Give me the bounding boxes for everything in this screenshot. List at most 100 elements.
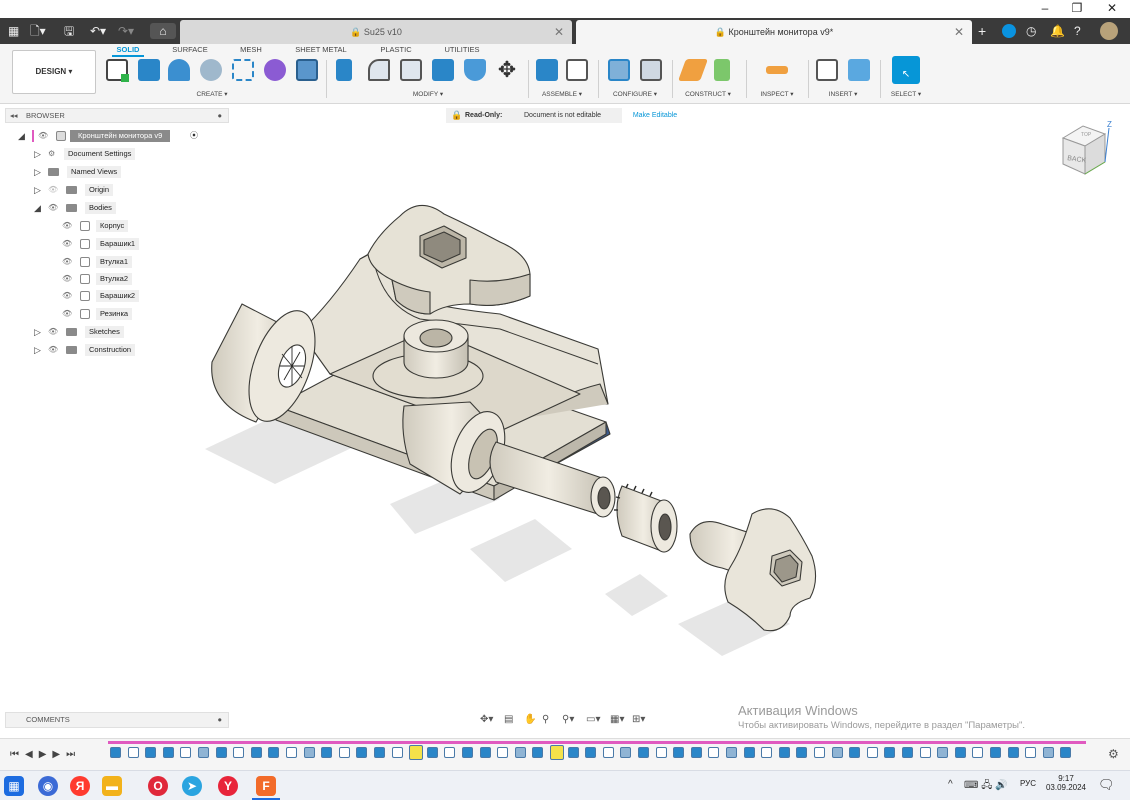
configure-icon[interactable] xyxy=(608,59,630,81)
visibility-eye-icon[interactable]: 👁 xyxy=(48,326,58,338)
timeline-feature-icon[interactable] xyxy=(550,745,564,760)
timeline-feature-icon[interactable] xyxy=(338,747,350,758)
tab-mesh[interactable]: MESH xyxy=(233,45,269,54)
visibility-eye-icon[interactable]: 👁 xyxy=(48,202,58,214)
timeline-feature-icon[interactable] xyxy=(796,747,808,758)
visibility-eye-icon[interactable]: 👁 xyxy=(48,344,58,356)
timeline-feature-icon[interactable] xyxy=(233,747,245,758)
timeline-feature-icon[interactable] xyxy=(145,747,157,758)
expand-icon[interactable]: ▷ xyxy=(34,184,41,196)
playback-controls[interactable]: ⏮◀▶▶⏭ xyxy=(10,749,81,760)
timeline-feature-icon[interactable] xyxy=(761,747,773,758)
timeline-feature-icon[interactable] xyxy=(902,747,913,758)
timeline-feature-icon[interactable] xyxy=(726,747,737,758)
activate-radio-icon[interactable]: ⦿ xyxy=(190,130,198,142)
tab-close-icon[interactable]: ✕ xyxy=(954,20,964,44)
tab-close-icon[interactable]: ✕ xyxy=(554,20,564,44)
undo-icon[interactable]: ↶▾ xyxy=(90,22,106,40)
expand-icon[interactable]: ◢ xyxy=(34,202,41,214)
notifications-icon[interactable]: 🔔 xyxy=(1050,22,1065,40)
insert-menu[interactable]: INSERT ▾ xyxy=(816,90,870,98)
avatar[interactable] xyxy=(1100,22,1118,40)
timeline-feature-icon[interactable] xyxy=(937,747,949,758)
tab-solid[interactable]: SOLID xyxy=(112,45,144,57)
browser-item-bodies[interactable]: ◢ 👁 Bodies xyxy=(34,201,224,215)
select-icon[interactable]: ↖ xyxy=(892,56,920,84)
tab-surface[interactable]: SURFACE xyxy=(168,45,212,54)
timeline-feature-icon[interactable] xyxy=(374,747,385,758)
browser-root[interactable]: ◢ 👁 Кронштейн монитора v9 ⦿ xyxy=(18,129,218,143)
telegram-icon[interactable]: ➤ xyxy=(182,776,202,796)
derive-icon[interactable] xyxy=(296,59,318,81)
restore-button[interactable]: ❐ xyxy=(1062,0,1092,18)
tab-utilities[interactable]: UTILITIES xyxy=(440,45,484,54)
home-icon[interactable]: ⌂ xyxy=(150,23,176,39)
shell-icon[interactable] xyxy=(432,59,454,81)
timeline-feature-icon[interactable] xyxy=(391,747,403,758)
viewports-icon[interactable]: ⊞▾ xyxy=(632,712,645,728)
timeline-feature-icon[interactable] xyxy=(462,747,473,758)
expand-icon[interactable]: ◢ xyxy=(18,130,25,142)
select-menu[interactable]: SELECT ▾ xyxy=(884,90,928,98)
notification-center-icon[interactable]: 🗨 xyxy=(1098,777,1115,793)
display-settings-icon[interactable]: ▭▾ xyxy=(586,712,600,728)
timeline-feature-icon[interactable] xyxy=(198,747,209,758)
collapse-browser-icon[interactable]: ◂◂ xyxy=(10,109,18,122)
tab-sheet-metal[interactable]: SHEET METAL xyxy=(292,45,350,54)
timeline-feature-icon[interactable] xyxy=(567,747,579,758)
timeline-feature-icon[interactable] xyxy=(127,747,139,758)
timeline-feature-icon[interactable] xyxy=(514,747,526,758)
timeline-feature-icon[interactable] xyxy=(972,747,984,758)
fusion-360-icon[interactable]: F xyxy=(256,776,276,796)
expand-icon[interactable]: ▷ xyxy=(34,148,41,160)
timeline-feature-icon[interactable] xyxy=(1025,747,1037,758)
yandex-browser-icon[interactable]: Y xyxy=(218,776,238,796)
yandex-icon[interactable]: Я xyxy=(70,776,90,796)
grid-settings-icon[interactable]: ▦▾ xyxy=(610,712,624,728)
clock[interactable]: 9:17 03.09.2024 xyxy=(1044,774,1088,792)
browser-pin-icon[interactable]: ● xyxy=(217,109,222,122)
press-pull-icon[interactable] xyxy=(336,59,352,81)
tray-icons[interactable]: ⌨ 🖧 🔊 xyxy=(964,778,1008,795)
timeline-feature-icon[interactable] xyxy=(673,747,685,758)
timeline-feature-icon[interactable] xyxy=(831,747,843,758)
timeline-feature-icon[interactable] xyxy=(303,747,315,758)
configure-menu[interactable]: CONFIGURE ▾ xyxy=(604,90,666,98)
file-explorer-icon[interactable]: ▬ xyxy=(102,776,122,796)
browser-item-named-views[interactable]: ▷ Named Views xyxy=(34,165,224,179)
save-icon[interactable]: 🖫 xyxy=(64,22,74,40)
browser-item-document-settings[interactable]: ▷ ⚙ Document Settings xyxy=(34,147,224,161)
timeline-feature-icon[interactable] xyxy=(919,747,931,758)
hidden-eye-icon[interactable]: 👁 xyxy=(48,184,58,196)
start-icon[interactable]: ▦ xyxy=(4,776,24,796)
timeline-feature-icon[interactable] xyxy=(532,747,544,758)
offset-plane-icon[interactable] xyxy=(677,59,709,81)
insert-derive-icon[interactable] xyxy=(816,59,838,81)
timeline-feature-icon[interactable] xyxy=(356,747,368,758)
timeline-feature-icon[interactable] xyxy=(426,747,438,758)
timeline-feature-icon[interactable] xyxy=(990,747,1001,758)
timeline-feature-icon[interactable] xyxy=(866,747,878,758)
inspect-menu[interactable]: INSPECT ▾ xyxy=(754,90,800,98)
tab-plastic[interactable]: PLASTIC xyxy=(376,45,416,54)
chromium-icon[interactable]: ◉ xyxy=(38,776,58,796)
close-window-button[interactable]: ✕ xyxy=(1097,0,1127,18)
timeline-feature-icon[interactable] xyxy=(778,747,790,758)
tray-chevron-icon[interactable]: ^ xyxy=(948,779,953,790)
construct-menu[interactable]: CONSTRUCT ▾ xyxy=(678,90,738,98)
visibility-eye-icon[interactable]: 👁 xyxy=(62,273,72,285)
visibility-eye-icon[interactable]: 👁 xyxy=(62,238,72,250)
chamfer-icon[interactable] xyxy=(400,59,422,81)
timeline-feature-icon[interactable] xyxy=(814,747,825,758)
timeline-feature-icon[interactable] xyxy=(162,747,174,758)
timeline-feature-icon[interactable] xyxy=(708,747,720,758)
workspace-switcher[interactable]: DESIGN ▾ xyxy=(12,50,96,94)
visibility-eye-icon[interactable]: 👁 xyxy=(62,308,72,320)
timeline-feature-icon[interactable] xyxy=(321,747,333,758)
browser-body-barashik1[interactable]: 👁 Барашик1 xyxy=(62,237,222,251)
assemble-menu[interactable]: ASSEMBLE ▾ xyxy=(534,90,590,98)
language-indicator[interactable]: РУС xyxy=(1020,779,1036,788)
redo-icon[interactable]: ↷▾ xyxy=(118,22,134,40)
opera-icon[interactable]: O xyxy=(148,776,168,796)
zoom-window-icon[interactable]: ⚲▾ xyxy=(562,712,574,728)
